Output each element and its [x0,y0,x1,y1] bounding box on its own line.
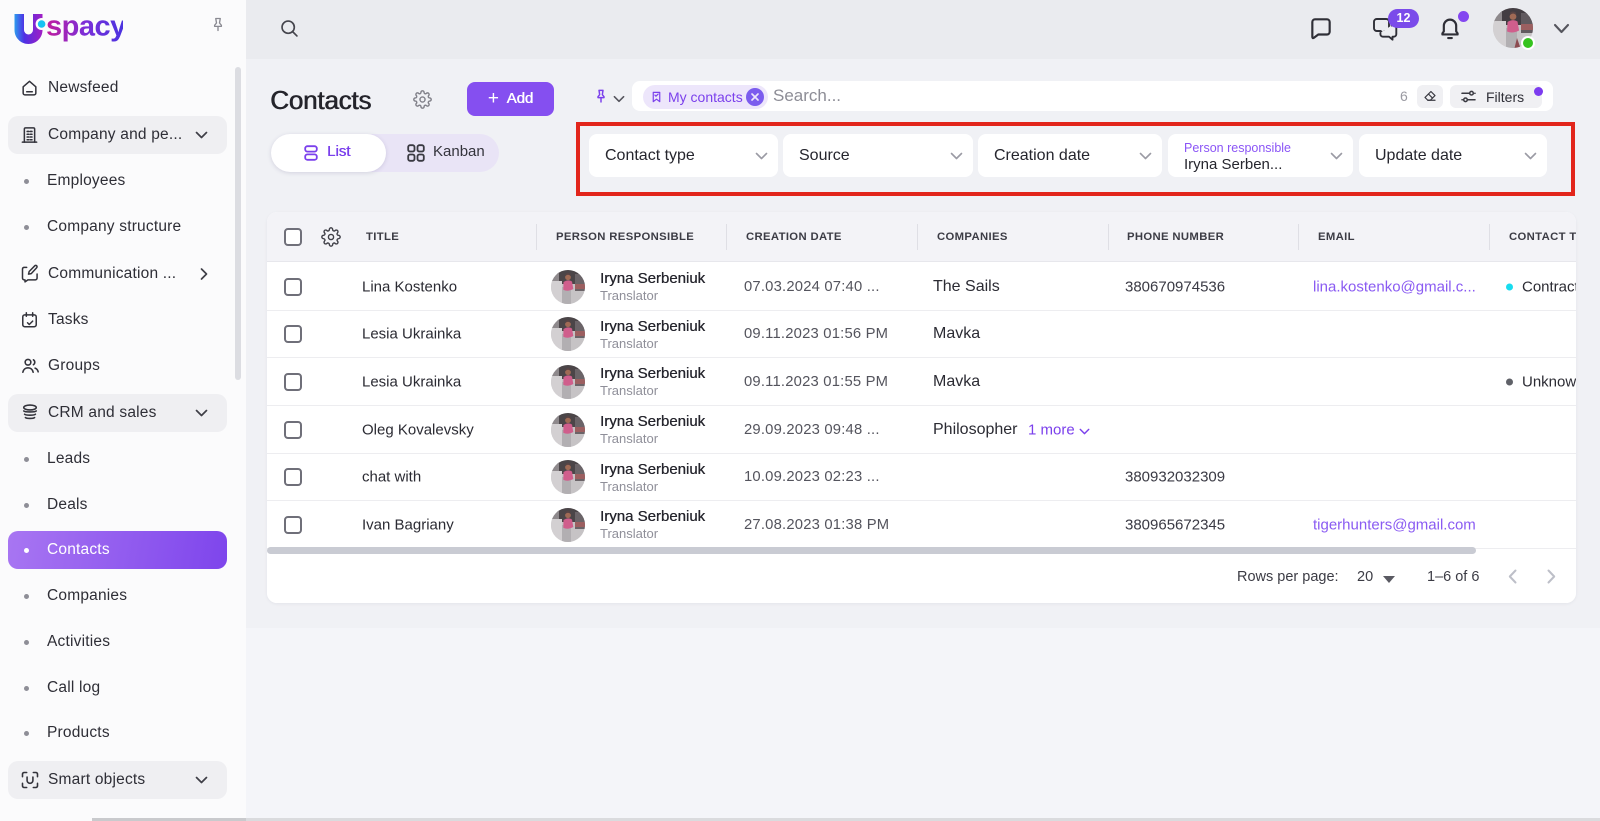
svg-text:spacy: spacy [46,12,123,43]
